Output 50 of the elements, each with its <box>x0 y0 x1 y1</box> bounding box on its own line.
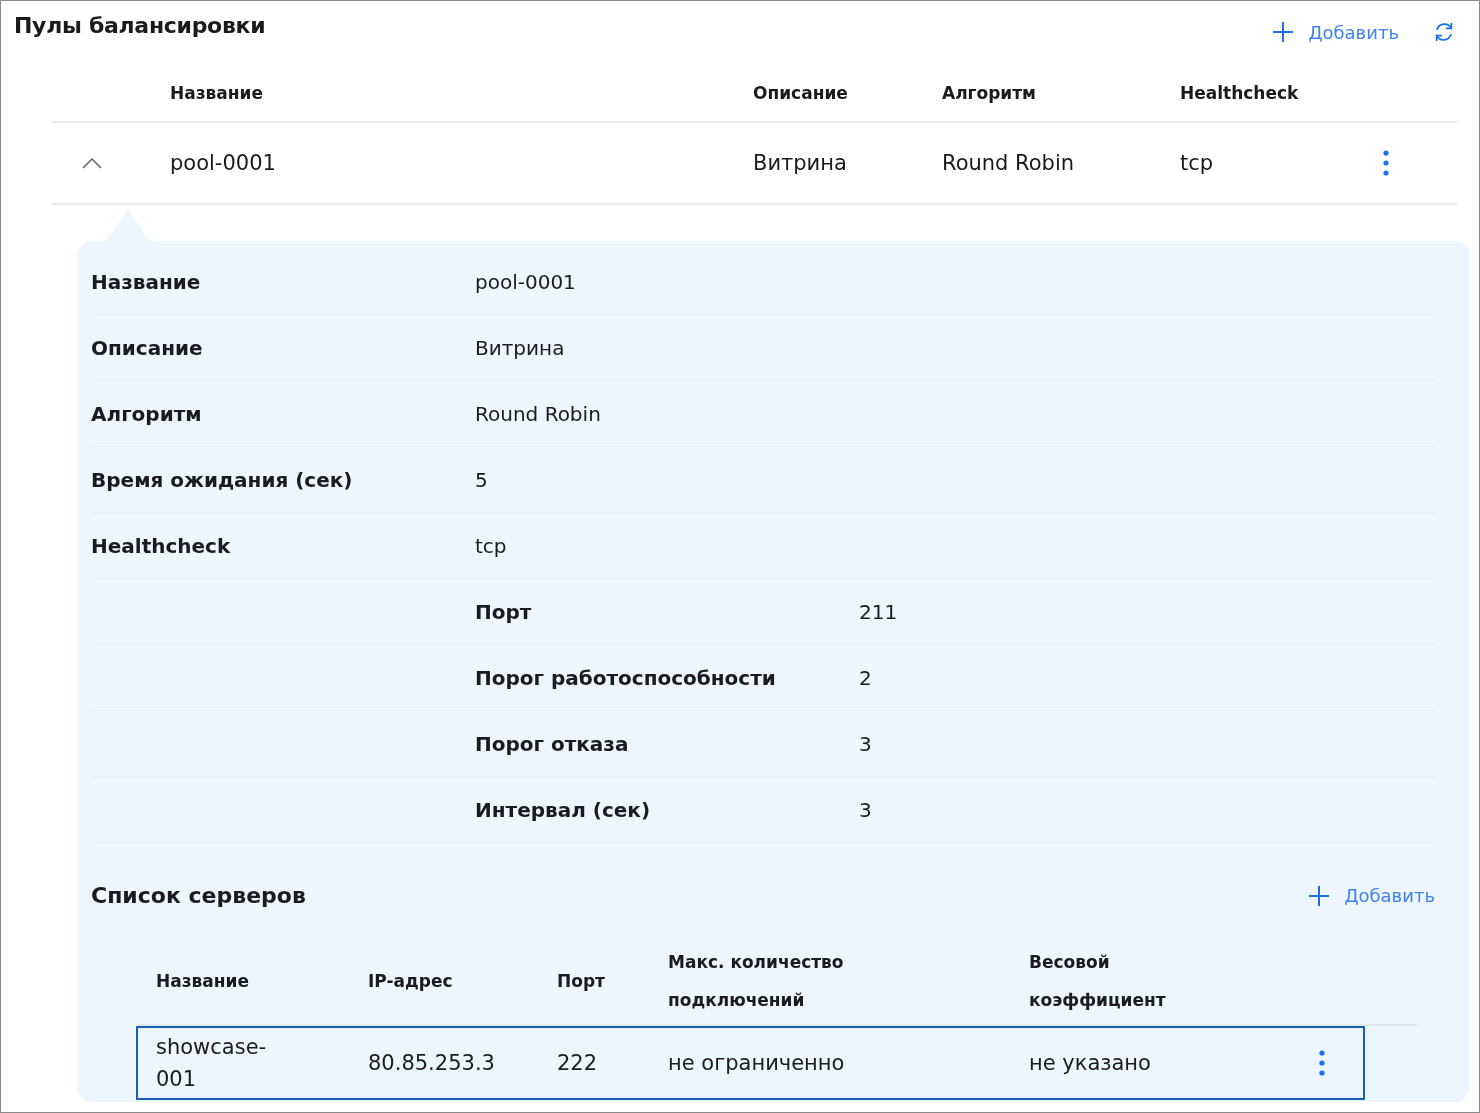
field-value: 3 <box>859 797 873 822</box>
column-header: Макс. количество подключений <box>668 951 845 1012</box>
column-header: Название <box>170 83 264 103</box>
field-label: Алгоритм <box>91 401 203 426</box>
field-label: Healthcheck <box>91 533 232 558</box>
row-menu-button[interactable] <box>1383 150 1389 176</box>
table-cell-text: tcp <box>1180 151 1215 175</box>
row-menu-button[interactable] <box>1319 1050 1325 1076</box>
field-value: Витрина <box>475 335 566 360</box>
table-cell-text: 222 <box>557 1050 599 1077</box>
field-label: Порог отказа <box>475 731 630 756</box>
table-cell-text: Витрина <box>753 151 848 175</box>
field-value: 211 <box>859 599 899 624</box>
column-header: Название <box>156 970 250 993</box>
field-value: 2 <box>859 665 873 690</box>
field-value: Round Robin <box>475 401 602 426</box>
refresh-button[interactable] <box>1433 21 1455 43</box>
more-icon <box>1383 150 1389 176</box>
field-value: 5 <box>475 467 489 492</box>
plus-icon <box>1308 884 1331 907</box>
plus-icon <box>1272 21 1295 43</box>
table-cell-text: Round Robin <box>942 151 1076 175</box>
field-label: Описание <box>91 335 204 360</box>
add-server-button[interactable]: Добавить <box>1308 884 1435 907</box>
column-header: Весовой коэффициент <box>1029 951 1167 1012</box>
column-header: IP-адрес <box>368 970 454 993</box>
server-row[interactable]: showcase-001 80.85.253.3 222 не ограниченно не указано <box>136 1026 1365 1100</box>
table-cell-text: не ограниченно <box>668 1050 846 1077</box>
column-header: Описание <box>753 83 849 103</box>
column-header: Healthcheck <box>1180 83 1300 103</box>
field-label: Время ожидания (сек) <box>91 467 354 492</box>
refresh-icon <box>1433 21 1455 43</box>
page-title: Пулы балансировки <box>14 13 266 38</box>
table-cell-text: 80.85.253.3 <box>368 1050 496 1077</box>
table-cell-text: pool-0001 <box>170 151 277 175</box>
field-value: tcp <box>475 533 508 558</box>
field-label: Порог работоспособности <box>475 665 777 690</box>
column-header: Алгоритм <box>942 83 1037 103</box>
column-header: Порт <box>557 970 606 993</box>
chevron-up-icon <box>82 157 102 169</box>
field-value: 3 <box>859 731 873 756</box>
section-title: Список серверов <box>91 883 306 908</box>
field-label: Название <box>91 269 202 294</box>
field-value: pool-0001 <box>475 269 577 294</box>
table-cell-text: не указано <box>1029 1050 1152 1077</box>
field-label: Интервал (сек) <box>475 797 652 822</box>
add-button[interactable]: Добавить <box>1272 21 1399 43</box>
more-icon <box>1319 1050 1325 1076</box>
field-label: Порт <box>475 599 533 624</box>
table-cell-text: showcase-001 <box>156 1034 268 1093</box>
